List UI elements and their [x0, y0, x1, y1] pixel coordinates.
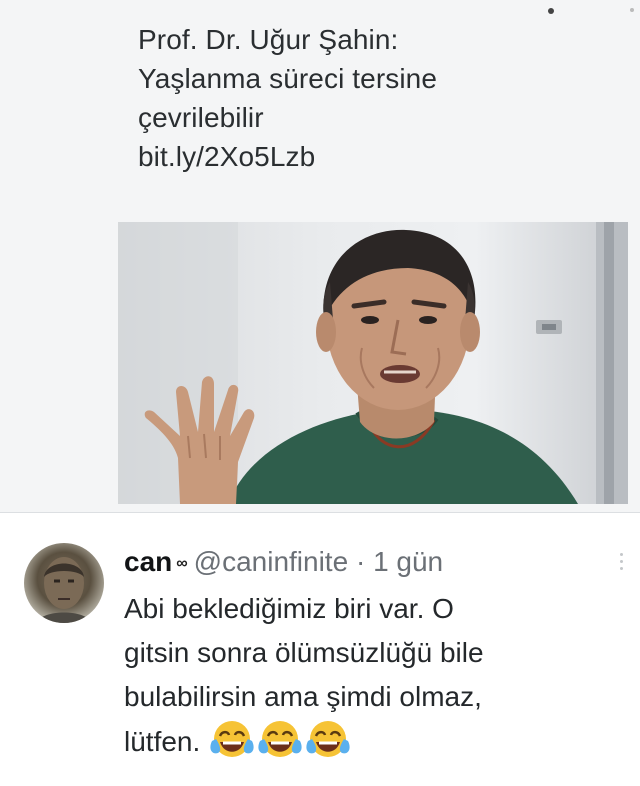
status-dot: [548, 8, 554, 14]
quoted-tweet-text: Prof. Dr. Uğur Şahin: Yaşlanma süreci te…: [138, 20, 608, 176]
tears-of-joy-emoji-icon: [258, 721, 302, 757]
reply-header: can ∞ @caninfinite · 1 gün: [124, 545, 443, 581]
timestamp[interactable]: 1 gün: [373, 546, 443, 577]
infinity-badge-icon: ∞: [176, 555, 188, 572]
reply-tweet[interactable]: can ∞ @caninfinite · 1 gün Abi beklediğimi…: [0, 513, 640, 786]
reply-text-line-last: lütfen.: [124, 719, 624, 764]
more-options-icon[interactable]: [620, 553, 624, 573]
person-photo-illustration: [118, 222, 628, 504]
tweet-photo[interactable]: [118, 222, 628, 504]
tweet-text-line: Prof. Dr. Uğur Şahin:: [138, 24, 399, 55]
avatar[interactable]: [24, 543, 104, 623]
avatar-face-illustration: [36, 557, 92, 623]
user-handle[interactable]: @caninfinite: [194, 546, 349, 577]
status-dot: [630, 8, 634, 12]
quoted-tweet[interactable]: Prof. Dr. Uğur Şahin: Yaşlanma süreci te…: [0, 0, 640, 512]
tears-of-joy-emoji-icon: [210, 721, 254, 757]
tweet-text-line: Yaşlanma süreci tersine: [138, 63, 438, 94]
reply-text-line: gitsin sonra ölümsüzlüğü bile: [124, 637, 484, 668]
tears-of-joy-emoji-icon: [306, 721, 350, 757]
reply-text: Abi beklediğimiz biri var. O gitsin sonr…: [124, 587, 624, 764]
tweet-text-line: çevrilebilir: [138, 102, 264, 133]
reply-text-line: Abi beklediğimiz biri var. O: [124, 593, 454, 624]
tweet-link[interactable]: bit.ly/2Xo5Lzb: [138, 137, 608, 176]
user-name[interactable]: can: [124, 546, 172, 577]
reply-text-end: lütfen.: [124, 726, 201, 757]
reply-text-line: bulabilirsin ama şimdi olmaz,: [124, 681, 482, 712]
separator-dot: ·: [355, 546, 366, 577]
